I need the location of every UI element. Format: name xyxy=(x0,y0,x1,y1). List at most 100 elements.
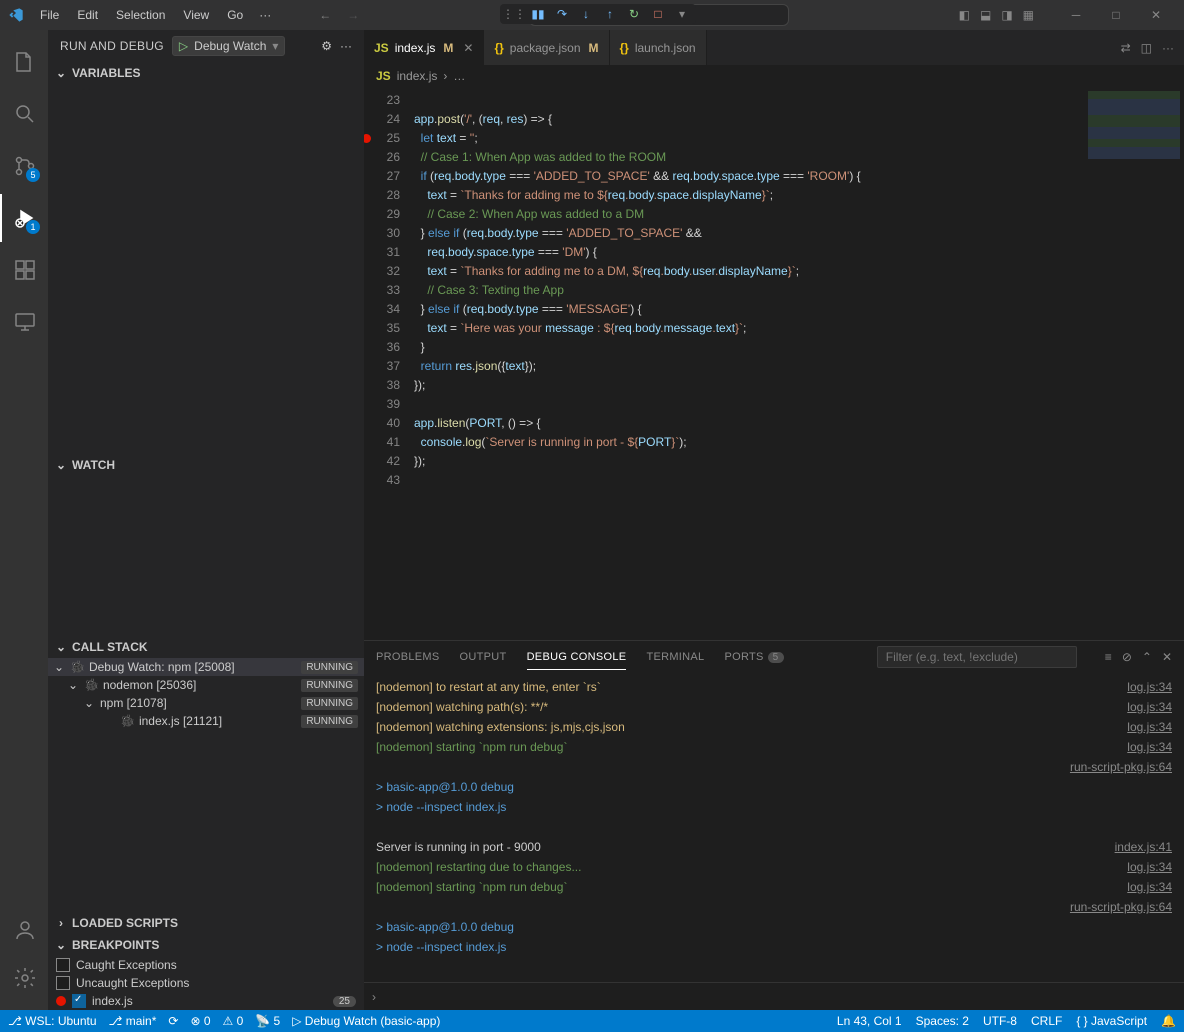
source-link[interactable]: index.js:41 xyxy=(1115,837,1172,857)
status-item[interactable]: { } JavaScript xyxy=(1076,1014,1147,1028)
pause-icon[interactable]: ▮▮ xyxy=(530,6,546,22)
chevron-down-icon[interactable]: ▾ xyxy=(272,39,278,53)
source-link[interactable]: log.js:34 xyxy=(1127,737,1172,757)
menu-overflow[interactable]: ··· xyxy=(251,4,279,26)
layout-customize-icon[interactable]: ▦ xyxy=(1023,8,1034,22)
status-sync[interactable]: ⟳ xyxy=(168,1014,178,1028)
source-link[interactable]: run-script-pkg.js:64 xyxy=(1070,897,1172,917)
status-item[interactable]: 🔔 xyxy=(1161,1014,1176,1028)
editor-tab[interactable]: {}package.jsonM xyxy=(484,30,609,65)
step-out-icon[interactable]: ↑ xyxy=(602,6,618,22)
breakpoint-item[interactable]: Caught Exceptions xyxy=(48,956,364,974)
step-into-icon[interactable]: ↓ xyxy=(578,6,594,22)
status-remote[interactable]: ⎇ WSL: Ubuntu xyxy=(8,1014,97,1028)
source-link[interactable]: log.js:34 xyxy=(1127,877,1172,897)
menu-view[interactable]: View xyxy=(175,4,217,26)
menu-file[interactable]: File xyxy=(32,4,67,26)
start-debug-icon[interactable]: ▷ xyxy=(179,39,188,53)
status-item[interactable]: UTF-8 xyxy=(983,1014,1017,1028)
dropdown-icon[interactable]: ▾ xyxy=(674,6,690,22)
debug-console-filter[interactable] xyxy=(877,646,1077,668)
stop-icon[interactable]: □ xyxy=(650,6,666,22)
breakpoint-item[interactable]: index.js25 xyxy=(48,992,364,1010)
watch-body xyxy=(48,476,364,636)
compare-icon[interactable]: ⇄ xyxy=(1121,41,1131,55)
list-icon[interactable]: ≡ xyxy=(1105,650,1112,664)
nav-back-icon[interactable]: ← xyxy=(319,8,331,22)
minimap[interactable] xyxy=(1084,87,1184,640)
run-debug-icon[interactable]: 1 xyxy=(0,194,48,242)
status-debug[interactable]: ▷ Debug Watch (basic-app) xyxy=(292,1014,440,1028)
maximize-button[interactable]: □ xyxy=(1096,1,1136,29)
status-error[interactable]: ⊗ 0 xyxy=(190,1014,210,1028)
checkbox[interactable] xyxy=(72,994,86,1008)
checkbox[interactable] xyxy=(56,958,70,972)
status-item[interactable]: CRLF xyxy=(1031,1014,1062,1028)
callstack-item[interactable]: ⌄npm [21078]RUNNING xyxy=(48,694,364,712)
close-button[interactable]: ✕ xyxy=(1136,1,1176,29)
step-over-icon[interactable]: ↷ xyxy=(554,6,570,22)
close-panel-icon[interactable]: ✕ xyxy=(1162,650,1172,664)
breadcrumb[interactable]: JS index.js › … xyxy=(364,65,1184,87)
callstack-item[interactable]: 🐞index.js [21121]RUNNING xyxy=(48,712,364,730)
panel-tab-output[interactable]: OUTPUT xyxy=(460,645,507,670)
debug-console-input[interactable]: › xyxy=(364,982,1184,1010)
more-icon[interactable]: ··· xyxy=(1162,41,1174,55)
code-content[interactable]: app.post('/', (req, res) => { let text =… xyxy=(414,87,1084,640)
accounts-icon[interactable] xyxy=(0,906,48,954)
panel-tab-terminal[interactable]: TERMINAL xyxy=(646,645,704,670)
search-icon[interactable] xyxy=(0,90,48,138)
callstack-section-header[interactable]: ⌄ CALL STACK xyxy=(48,636,364,658)
editor-tab[interactable]: JSindex.jsM✕ xyxy=(364,30,484,65)
extensions-icon[interactable] xyxy=(0,246,48,294)
source-link[interactable]: run-script-pkg.js:64 xyxy=(1070,757,1172,777)
restart-icon[interactable]: ↻ xyxy=(626,6,642,22)
callstack-item[interactable]: ⌄🐞Debug Watch: npm [25008]RUNNING xyxy=(48,658,364,676)
explorer-icon[interactable] xyxy=(0,38,48,86)
menu-go[interactable]: Go xyxy=(219,4,251,26)
panel-tab-debug-console[interactable]: DEBUG CONSOLE xyxy=(527,645,627,670)
source-link[interactable]: log.js:34 xyxy=(1127,857,1172,877)
breakpoint-item[interactable]: Uncaught Exceptions xyxy=(48,974,364,992)
debug-toolbar: ⋮⋮ ▮▮ ↷ ↓ ↑ ↻ □ ▾ xyxy=(500,4,696,24)
minimize-button[interactable]: ─ xyxy=(1056,1,1096,29)
loaded-scripts-header[interactable]: › LOADED SCRIPTS xyxy=(48,912,364,934)
editor-tab[interactable]: {}launch.json xyxy=(610,30,707,65)
debug-config-selector[interactable]: ▷ Debug Watch ▾ xyxy=(172,36,286,56)
status-item[interactable]: Spaces: 2 xyxy=(916,1014,969,1028)
split-editor-icon[interactable]: ◫ xyxy=(1141,41,1152,55)
variables-section-header[interactable]: ⌄ VARIABLES xyxy=(48,62,364,84)
remote-explorer-icon[interactable] xyxy=(0,298,48,346)
gear-icon[interactable]: ⚙ xyxy=(321,39,332,53)
panel-tab-ports[interactable]: PORTS5 xyxy=(724,645,783,670)
source-link[interactable]: log.js:34 xyxy=(1127,697,1172,717)
layout-left-icon[interactable]: ◧ xyxy=(959,8,970,22)
more-icon[interactable]: ··· xyxy=(340,39,352,53)
panel-tab-problems[interactable]: PROBLEMS xyxy=(376,645,440,670)
breakpoints-header[interactable]: ⌄ BREAKPOINTS xyxy=(48,934,364,956)
status-branch[interactable]: ⎇ main* xyxy=(109,1014,157,1028)
callstack-item[interactable]: ⌄🐞nodemon [25036]RUNNING xyxy=(48,676,364,694)
chevron-down-icon: ⌄ xyxy=(54,66,68,80)
source-link[interactable]: log.js:34 xyxy=(1127,677,1172,697)
line-gutter[interactable]: 2324252627282930313233343536373839404142… xyxy=(364,87,414,640)
menu-selection[interactable]: Selection xyxy=(108,4,173,26)
status-radio[interactable]: 📡 5 xyxy=(255,1014,280,1028)
menu-edit[interactable]: Edit xyxy=(69,4,106,26)
clear-icon[interactable]: ⊘ xyxy=(1122,650,1132,664)
watch-section-header[interactable]: ⌄ WATCH xyxy=(48,454,364,476)
settings-gear-icon[interactable] xyxy=(0,954,48,1002)
drag-handle-icon[interactable]: ⋮⋮ xyxy=(506,6,522,22)
layout-bottom-icon[interactable]: ⬓ xyxy=(980,8,991,22)
status-warn[interactable]: ⚠ 0 xyxy=(223,1014,244,1028)
chevron-up-icon[interactable]: ⌃ xyxy=(1142,650,1152,664)
checkbox[interactable] xyxy=(56,976,70,990)
source-link[interactable]: log.js:34 xyxy=(1127,717,1172,737)
layout-right-icon[interactable]: ◨ xyxy=(1001,8,1012,22)
status-item[interactable]: Ln 43, Col 1 xyxy=(837,1014,902,1028)
nav-forward-icon[interactable]: → xyxy=(347,8,359,22)
source-control-icon[interactable]: 5 xyxy=(0,142,48,190)
close-tab-icon[interactable]: ✕ xyxy=(463,41,473,55)
debug-console-output[interactable]: [nodemon] to restart at any time, enter … xyxy=(364,673,1184,982)
code-editor[interactable]: 2324252627282930313233343536373839404142… xyxy=(364,87,1184,640)
